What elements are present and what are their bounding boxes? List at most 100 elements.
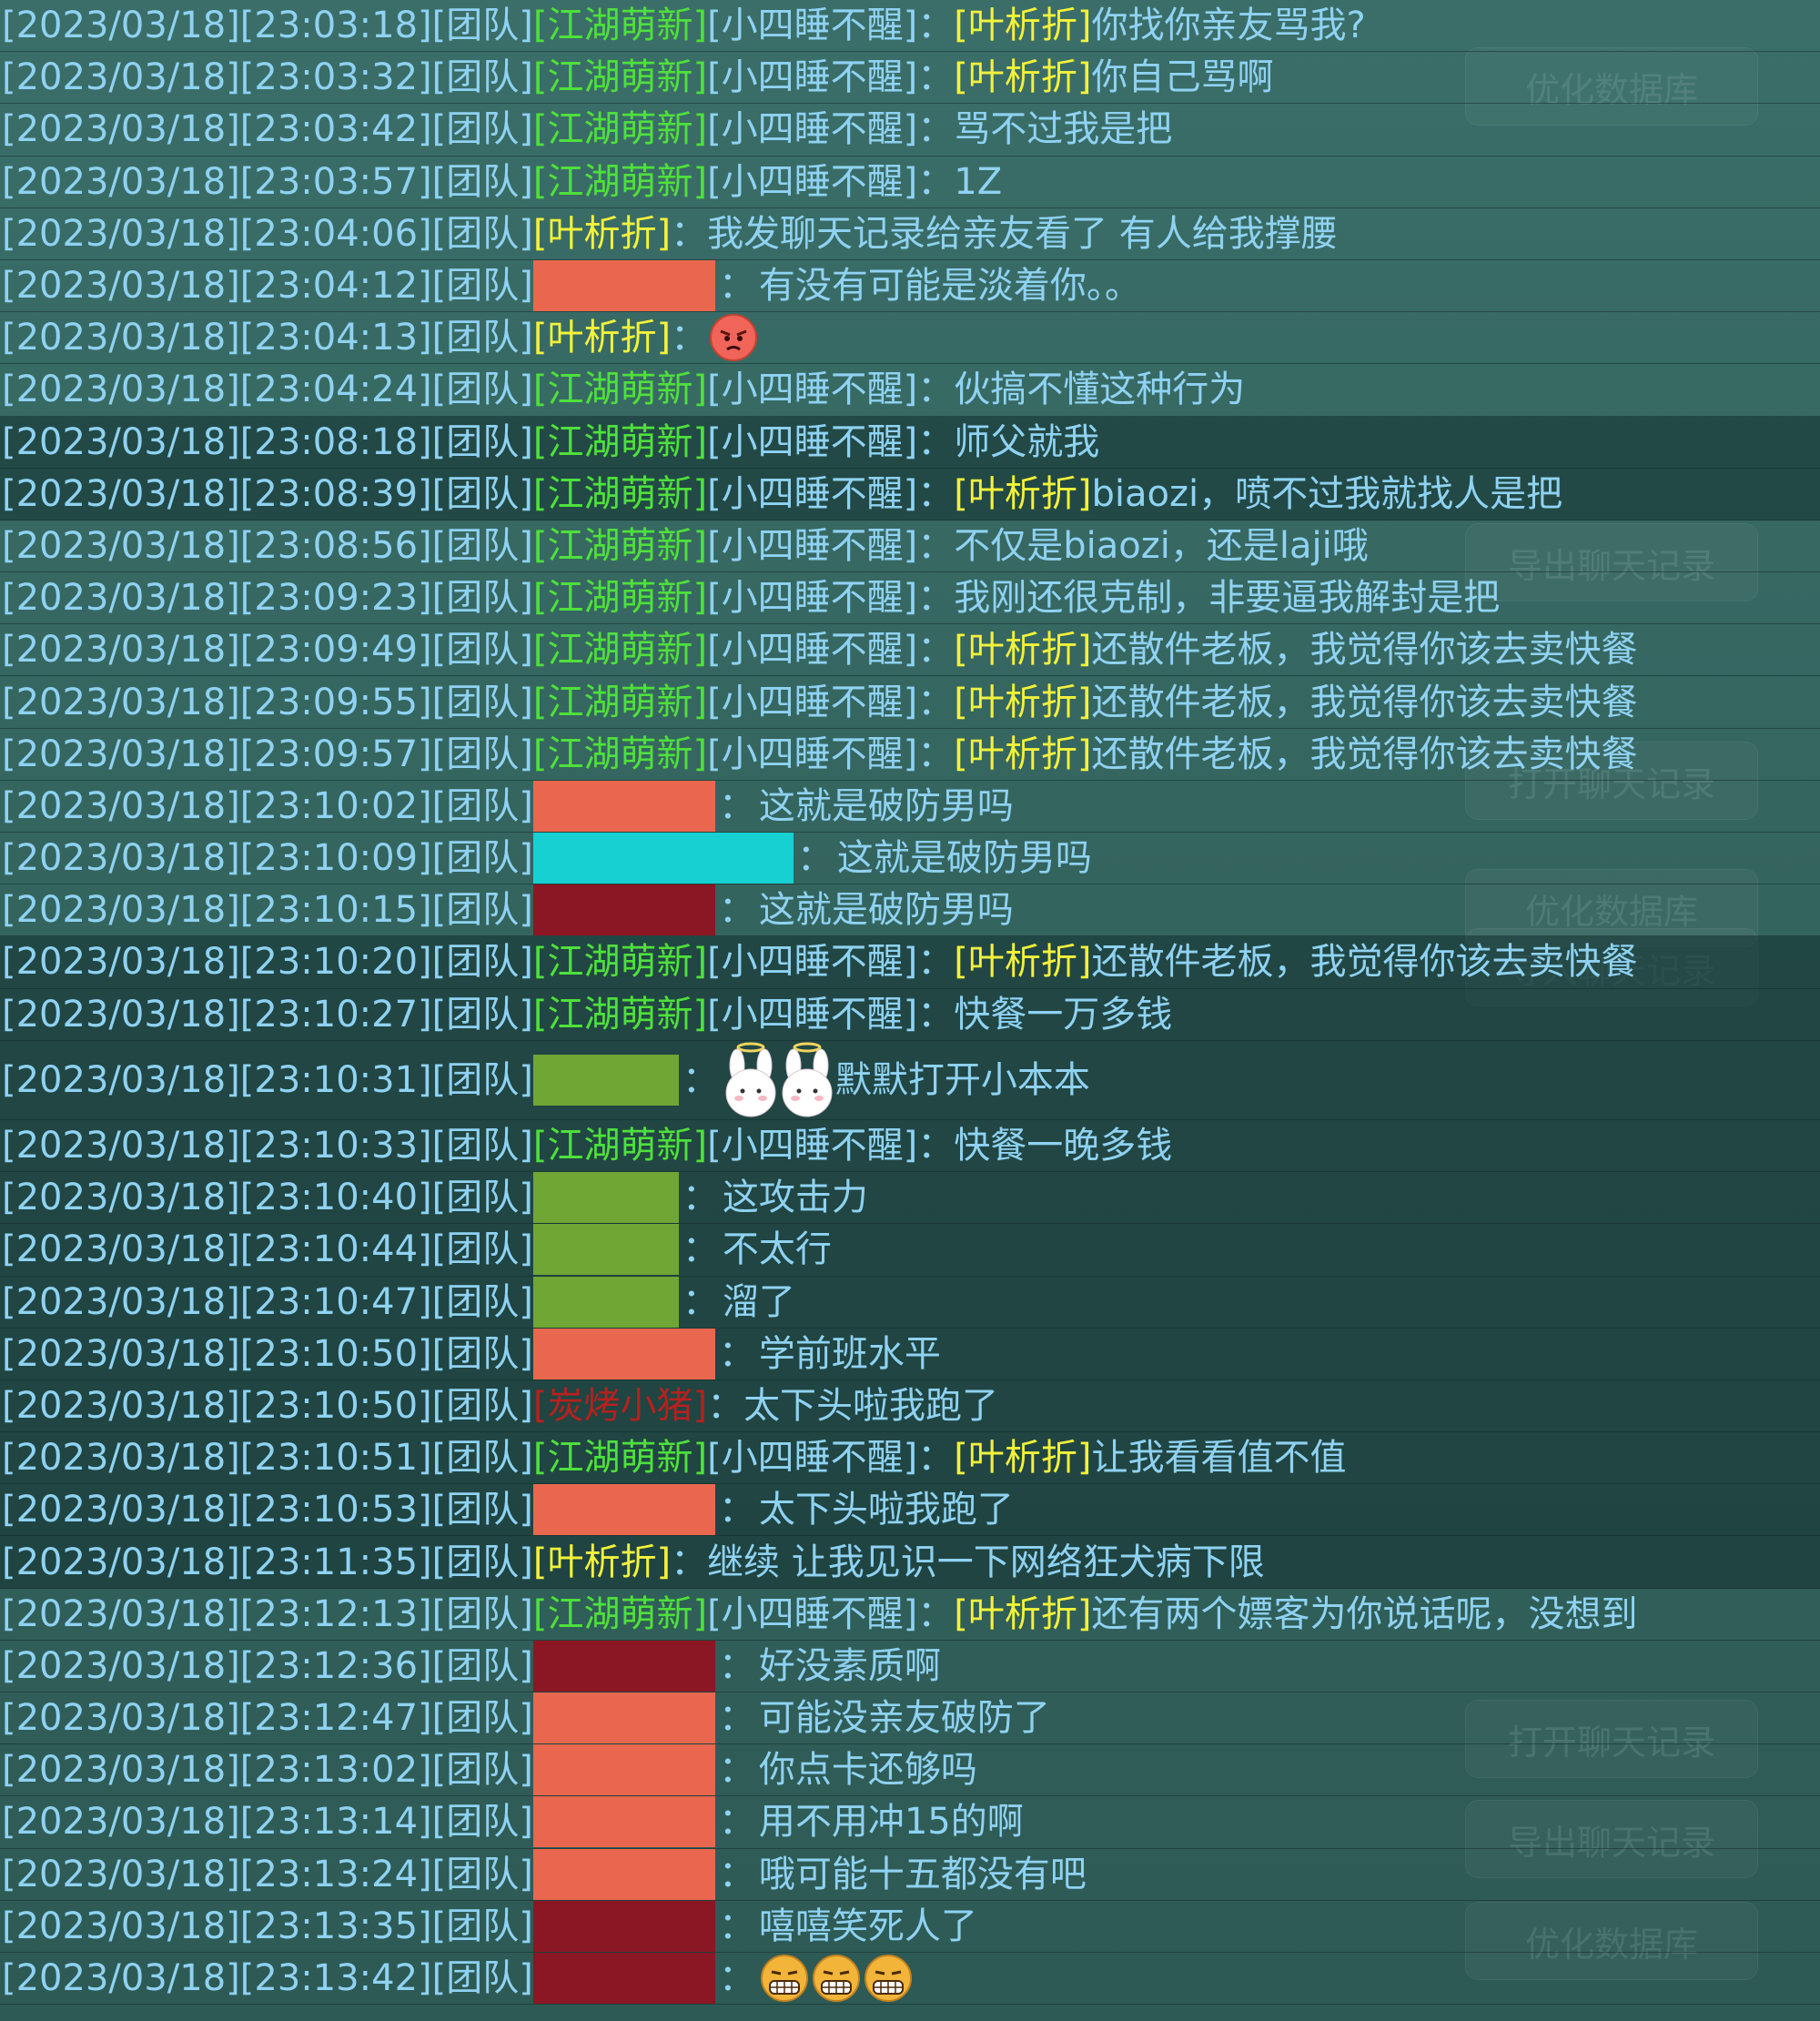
sender-name: [小四睡不醒]： [707, 56, 955, 99]
message-timestamp: [2023/03/18][23:13:02] [2, 1749, 432, 1792]
guild-tag: [江湖萌新] [532, 5, 708, 47]
guild-tag: [江湖萌新] [532, 733, 708, 775]
sender-name: [小四睡不醒]： [707, 524, 955, 567]
channel-tag: [团队] [431, 265, 533, 308]
message-timestamp: [2023/03/18][23:12:13] [2, 1592, 432, 1635]
separator: ： [718, 1644, 755, 1687]
chat-message: [2023/03/18][23:04:13] [团队] [叶析折]： [0, 312, 1820, 365]
message-timestamp: [2023/03/18][23:12:36] [2, 1644, 432, 1687]
message-timestamp: [2023/03/18][23:09:49] [2, 629, 432, 672]
guild-tag: [江湖萌新] [532, 56, 708, 99]
message-text: 溜了 [722, 1280, 795, 1323]
sender-name: [叶析折] [532, 317, 672, 359]
sender-name: [小四睡不醒]： [707, 369, 955, 411]
channel-tag: [团队] [431, 56, 533, 99]
chat-message: [2023/03/18][23:13:14] [团队] ：用不用冲15的啊 [0, 1796, 1820, 1849]
message-text: 快餐一万多钱 [954, 993, 1173, 1036]
message-timestamp: [2023/03/18][23:13:24] [2, 1853, 432, 1895]
channel-tag: [团队] [431, 837, 533, 880]
guild-tag: [江湖萌新] [532, 420, 708, 463]
message-timestamp: [2023/03/18][23:04:06] [2, 212, 432, 255]
message-text: 可能没亲友破防了 [758, 1697, 1050, 1740]
separator: ： [682, 1177, 719, 1219]
message-text: 还有两个嫖客为你说话呢，没想到 [1091, 1592, 1638, 1635]
mention-name: [叶析折] [954, 1437, 1092, 1480]
separator: ： [718, 889, 755, 932]
guild-tag: [江湖萌新] [532, 369, 708, 411]
message-text: 这就是破防男吗 [758, 889, 1014, 932]
chat-message: [2023/03/18][23:10:31] [团队] ： 默默打开小本本 [0, 1040, 1820, 1120]
channel-tag: [团队] [431, 1332, 533, 1375]
sender-name: [小四睡不醒]： [707, 941, 955, 984]
message-text: 我发聊天记录给亲友看了 有人给我撑腰 [707, 212, 1338, 255]
sender-name: [小四睡不醒]： [707, 733, 955, 775]
message-timestamp: [2023/03/18][23:08:56] [2, 524, 432, 567]
message-text: 骂不过我是把 [954, 108, 1173, 151]
separator: ： [718, 1489, 755, 1531]
message-text: 默默打开小本本 [834, 1058, 1090, 1101]
chat-message: [2023/03/18][23:04:06] [团队] [叶析折]：我发聊天记录给亲… [0, 208, 1820, 260]
message-timestamp: [2023/03/18][23:10:27] [2, 993, 432, 1036]
separator: ： [671, 1541, 708, 1583]
chat-message: [2023/03/18][23:09:23] [团队] [江湖萌新] [小四睡不醒]：… [0, 572, 1820, 625]
chat-message: [2023/03/18][23:10:53] [团队] ：太下头啦我跑了 [0, 1484, 1820, 1537]
channel-tag: [团队] [431, 317, 533, 359]
channel-tag: [团队] [431, 1489, 533, 1531]
redacted-name-block [532, 780, 715, 832]
redacted-name-block [532, 1744, 715, 1796]
message-timestamp: [2023/03/18][23:04:24] [2, 369, 432, 411]
chat-message: [2023/03/18][23:13:24] [团队] ：哦可能十五都没有吧 [0, 1848, 1820, 1901]
channel-tag: [团队] [431, 1228, 533, 1271]
channel-tag: [团队] [431, 1592, 533, 1635]
separator: ： [718, 1801, 755, 1844]
channel-tag: [团队] [431, 524, 533, 567]
chat-message: [2023/03/18][23:10:33] [团队] [江湖萌新] [小四睡不醒]：… [0, 1119, 1820, 1173]
channel-tag: [团队] [431, 681, 533, 723]
chat-message: [2023/03/18][23:10:50] [团队] [炭烤小猪]：太下头啦我跑了 [0, 1379, 1820, 1433]
message-text: 快餐一晚多钱 [954, 1125, 1173, 1167]
chat-message: [2023/03/18][23:09:55] [团队] [江湖萌新] [小四睡不醒]：… [0, 676, 1820, 729]
channel-tag: [团队] [431, 784, 533, 827]
chat-message: [2023/03/18][23:10:40] [团队] ：这攻击力 [0, 1172, 1820, 1225]
chat-message: [2023/03/18][23:03:32] [团队] [江湖萌新] [小四睡不醒]：… [0, 52, 1820, 105]
redacted-name-block [532, 1172, 679, 1224]
chat-message: [2023/03/18][23:09:49] [团队] [江湖萌新] [小四睡不醒]：… [0, 624, 1820, 677]
angry-face-icon [710, 314, 758, 362]
mention-name: [叶析折] [954, 5, 1092, 47]
channel-tag: [团队] [431, 1280, 533, 1323]
chat-message: [2023/03/18][23:12:47] [团队] ：可能没亲友破防了 [0, 1693, 1820, 1745]
message-timestamp: [2023/03/18][23:10:02] [2, 784, 432, 827]
channel-tag: [团队] [431, 212, 533, 255]
redacted-name-block [532, 1693, 715, 1744]
message-timestamp: [2023/03/18][23:10:20] [2, 941, 432, 984]
message-text: 这就是破防男吗 [758, 784, 1014, 827]
message-text: 不仅是biaozi，还是laji哦 [954, 524, 1369, 567]
message-text: 还散件老板，我觉得你该去卖快餐 [1091, 733, 1638, 775]
channel-tag: [团队] [431, 420, 533, 463]
message-timestamp: [2023/03/18][23:03:18] [2, 5, 432, 47]
guild-tag: [江湖萌新] [532, 941, 708, 984]
message-text: 还散件老板，我觉得你该去卖快餐 [1091, 941, 1638, 984]
chat-message: [2023/03/18][23:08:56] [团队] [江湖萌新] [小四睡不醒]：… [0, 520, 1820, 573]
sender-name: [小四睡不醒]： [707, 1125, 955, 1167]
message-timestamp: [2023/03/18][23:10:40] [2, 1177, 432, 1219]
message-timestamp: [2023/03/18][23:08:39] [2, 472, 432, 515]
chat-message: [2023/03/18][23:13:02] [团队] ：你点卡还够吗 [0, 1744, 1820, 1797]
message-timestamp: [2023/03/18][23:03:42] [2, 108, 432, 151]
separator: ： [718, 1957, 755, 2000]
channel-tag: [团队] [431, 1957, 533, 2000]
chat-log: [2023/03/18][23:03:18] [团队] [江湖萌新] [小四睡不醒]：… [0, 0, 1820, 2006]
sender-name: [小四睡不醒]： [707, 160, 955, 203]
channel-tag: [团队] [431, 160, 533, 203]
guild-tag: [江湖萌新] [532, 524, 708, 567]
separator: ： [682, 1228, 719, 1271]
guild-tag: [江湖萌新] [532, 160, 708, 203]
channel-tag: [团队] [431, 1644, 533, 1687]
channel-tag: [团队] [431, 1801, 533, 1844]
sender-name: [小四睡不醒]： [707, 681, 955, 723]
chat-message: [2023/03/18][23:10:02] [团队] ：这就是破防男吗 [0, 780, 1820, 833]
guild-tag: [江湖萌新] [532, 577, 708, 620]
message-text: 你点卡还够吗 [758, 1749, 977, 1792]
separator: ： [682, 1280, 719, 1323]
message-text: 不太行 [722, 1228, 832, 1271]
